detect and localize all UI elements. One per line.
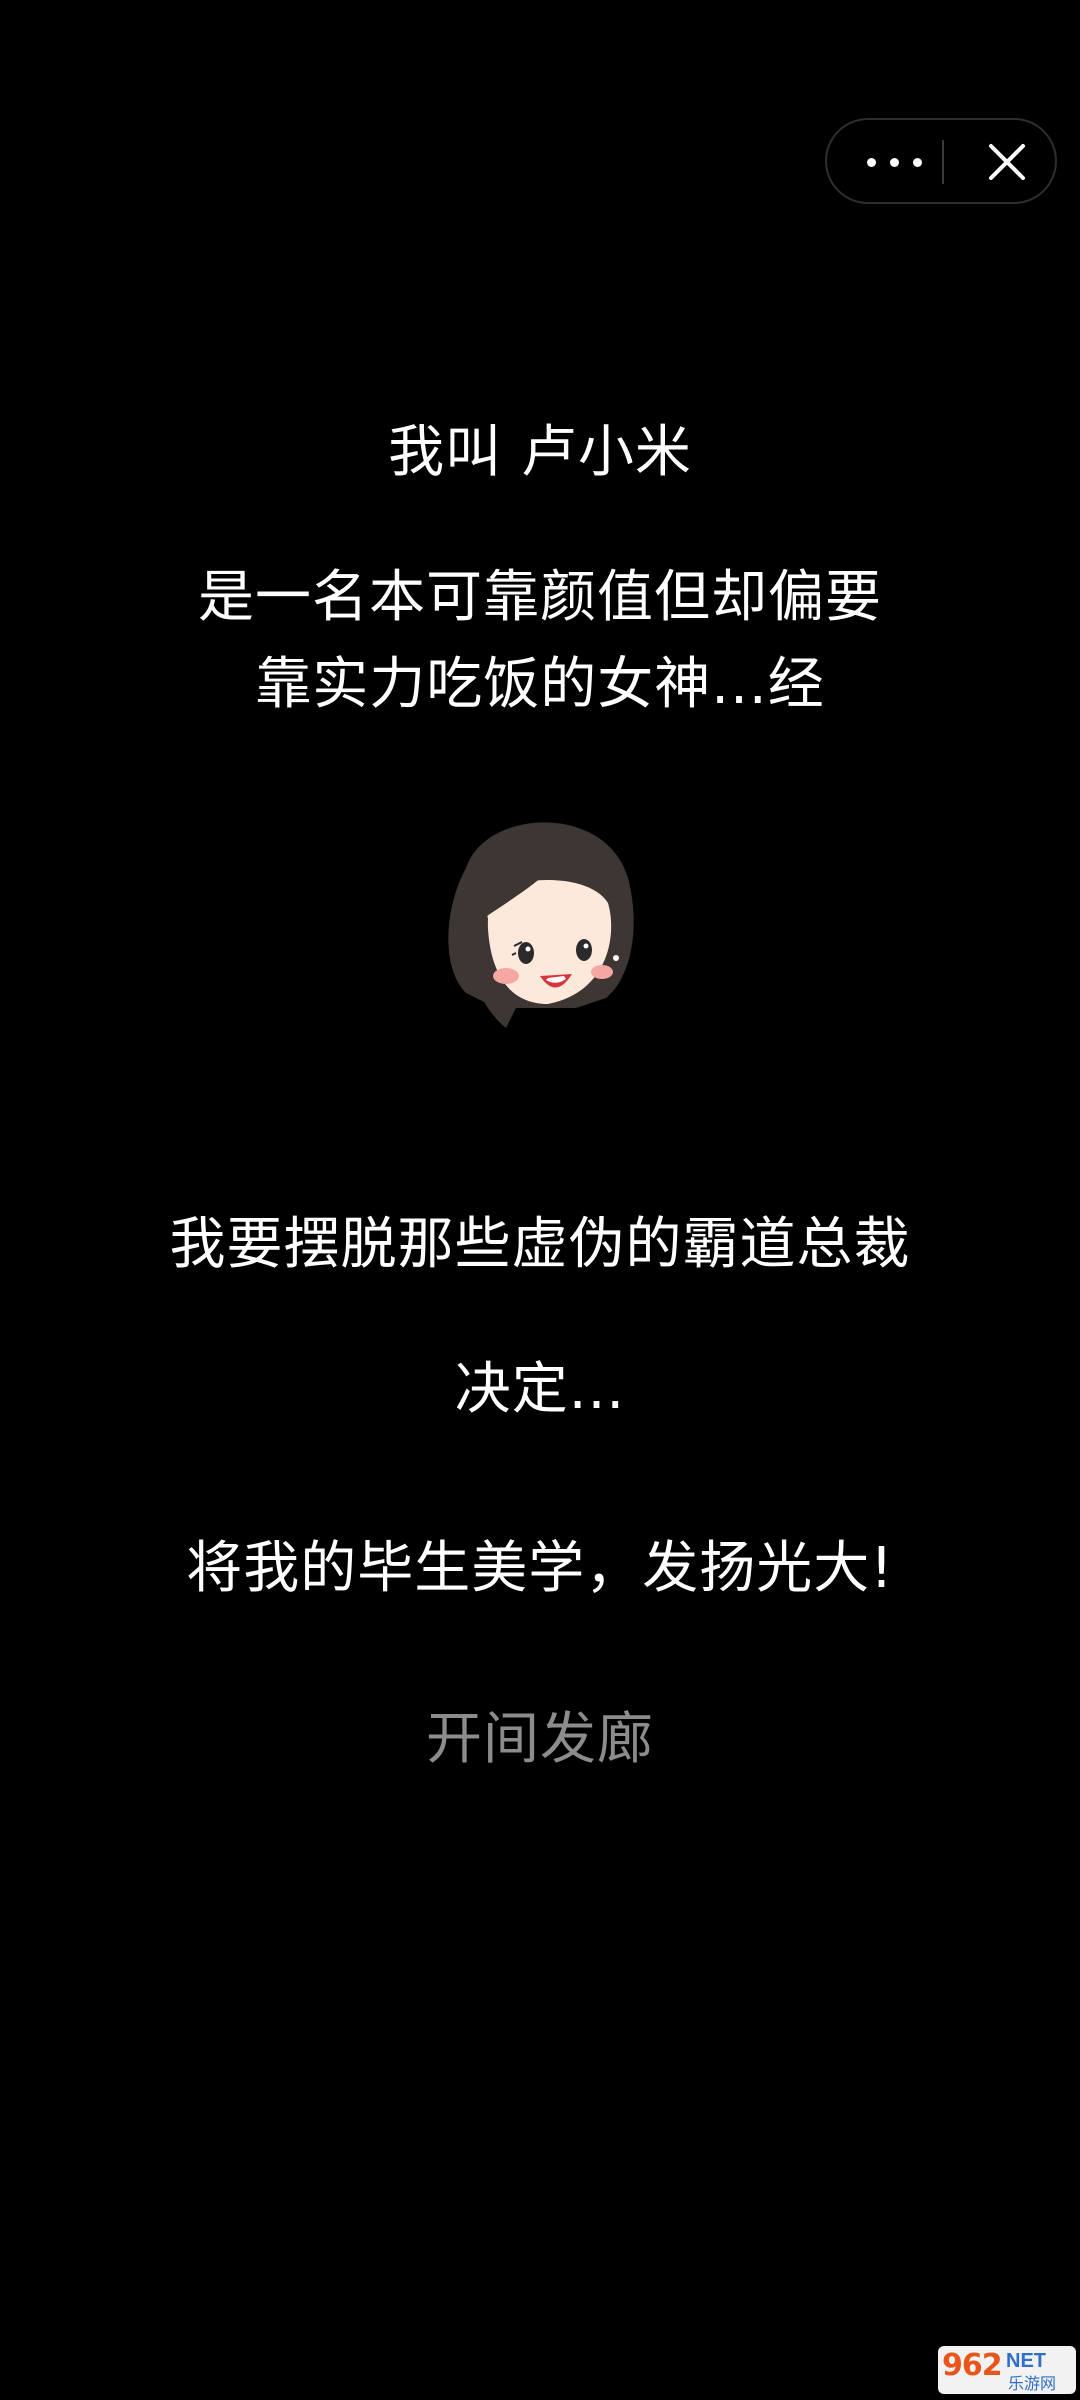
- story-line-3: 将我的毕生美学，发扬光大!: [186, 1536, 894, 1601]
- watermark-number: 962: [942, 2348, 1003, 2383]
- close-icon: [989, 144, 1025, 180]
- more-dots-icon: [890, 158, 899, 167]
- more-button[interactable]: [855, 120, 945, 202]
- open-salon-button[interactable]: 开间发廊: [0, 1705, 1080, 1775]
- more-dots-icon: [913, 158, 922, 167]
- more-dots-icon: [867, 158, 876, 167]
- intro-line-description-2: 靠实力吃饭的女神...经: [255, 652, 825, 717]
- site-watermark-logo: 962 NET 乐游网: [938, 2346, 1076, 2394]
- story-line-2: 决定...: [454, 1357, 626, 1422]
- story-line-1: 我要摆脱那些虚伪的霸道总裁: [169, 1212, 911, 1277]
- mini-program-capsule: [825, 118, 1057, 204]
- close-button[interactable]: [955, 120, 1059, 202]
- capsule-divider: [942, 140, 944, 184]
- intro-line-description-1: 是一名本可靠颜值但却偏要: [198, 565, 882, 630]
- girl-avatar-illustration: [436, 808, 636, 1034]
- watermark-sub: 乐游网: [1008, 2374, 1057, 2393]
- intro-line-name: 我叫 卢小米: [388, 420, 692, 485]
